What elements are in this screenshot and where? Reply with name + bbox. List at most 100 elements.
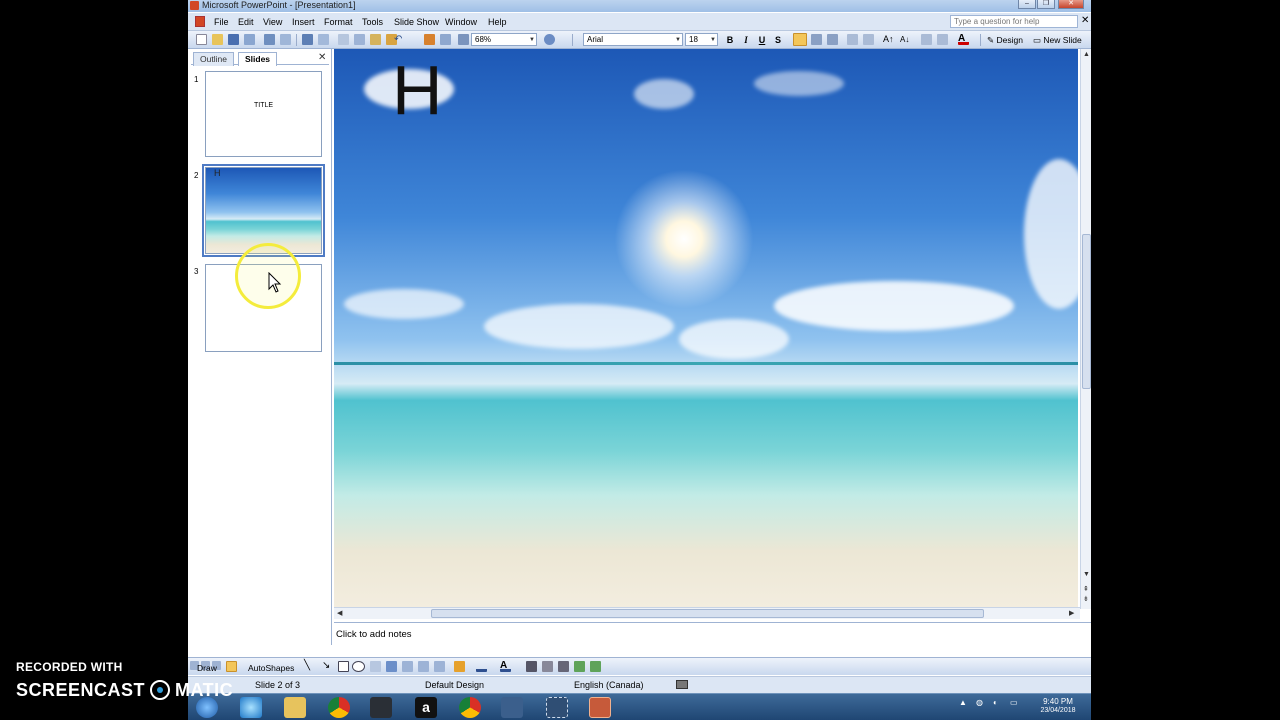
font-size-select[interactable]: 18 ▼	[685, 33, 718, 46]
shadow-button[interactable]: S	[772, 34, 784, 46]
open-icon[interactable]	[212, 34, 223, 45]
line-style-icon[interactable]	[526, 661, 537, 672]
menu-help[interactable]: Help	[488, 16, 507, 28]
show-grid-icon[interactable]	[458, 34, 469, 45]
insert-chart-icon[interactable]	[424, 34, 435, 45]
font-select[interactable]: Arial ▼	[583, 33, 683, 46]
next-slide-icon[interactable]: ⇟	[1083, 595, 1089, 603]
zoom-select[interactable]: 68% ▼	[471, 33, 537, 46]
network-icon[interactable]: ◍	[976, 698, 983, 707]
maximize-button[interactable]: ❐	[1037, 0, 1055, 9]
volume-icon[interactable]: ◐	[993, 698, 998, 707]
close-document-button[interactable]: ✕	[1081, 15, 1089, 27]
align-right-icon[interactable]	[827, 34, 838, 45]
slide-thumbnail-1[interactable]: TITLE	[205, 71, 322, 157]
increase-font-size-icon[interactable]: A↑	[883, 34, 894, 45]
menu-window[interactable]: Window	[445, 16, 477, 28]
minimize-button[interactable]: –	[1018, 0, 1036, 9]
dash-style-icon[interactable]	[542, 661, 553, 672]
decrease-font-size-icon[interactable]: A↓	[900, 34, 911, 45]
oval-icon[interactable]	[352, 661, 365, 672]
arrow-style-icon[interactable]	[558, 661, 569, 672]
spelling-status-icon[interactable]	[676, 680, 688, 689]
permission-icon[interactable]	[244, 34, 255, 45]
menu-format[interactable]: Format	[324, 16, 353, 28]
slide-canvas[interactable]: H	[334, 49, 1078, 607]
diagram-icon[interactable]	[402, 661, 413, 672]
close-window-button[interactable]: ✕	[1058, 0, 1084, 9]
help-question-input[interactable]: Type a question for help	[950, 15, 1078, 28]
3d-style-icon[interactable]	[590, 661, 601, 672]
line-color-icon[interactable]	[476, 661, 487, 672]
wordart-icon[interactable]	[386, 661, 397, 672]
menu-slide-show[interactable]: Slide Show	[394, 16, 439, 28]
font-color-icon[interactable]: A	[958, 34, 969, 45]
amazon-icon[interactable]: a	[415, 697, 437, 718]
picture-icon[interactable]	[434, 661, 445, 672]
file-explorer-icon[interactable]	[284, 697, 306, 718]
spelling-icon[interactable]	[302, 34, 313, 45]
horizontal-scrollbar[interactable]: ◀ ▶	[334, 607, 1080, 619]
game-shield-icon[interactable]	[370, 697, 392, 718]
research-icon[interactable]	[318, 34, 329, 45]
italic-button[interactable]: I	[740, 34, 752, 46]
save-icon[interactable]	[228, 34, 239, 45]
new-icon[interactable]	[196, 34, 207, 45]
powerpoint-taskbar-icon[interactable]	[589, 697, 611, 718]
scroll-left-icon[interactable]: ◀	[337, 609, 342, 617]
previous-slide-icon[interactable]: ⇞	[1083, 585, 1089, 593]
menu-tools[interactable]: Tools	[362, 16, 383, 28]
scroll-right-icon[interactable]: ▶	[1069, 609, 1074, 617]
design-button[interactable]: ✎ Design	[987, 34, 1023, 46]
help-icon[interactable]	[544, 34, 555, 45]
copy-icon[interactable]	[354, 34, 365, 45]
notes-pane[interactable]: Click to add notes	[334, 622, 1091, 656]
shadow-style-icon[interactable]	[574, 661, 585, 672]
slide-title-text[interactable]: H	[392, 52, 443, 128]
menu-view[interactable]: View	[263, 16, 282, 28]
vertical-scroll-thumb[interactable]	[1082, 234, 1091, 389]
document-icon[interactable]	[195, 16, 205, 27]
align-left-icon[interactable]	[793, 33, 807, 46]
show-hidden-icons-icon[interactable]: ▲	[959, 698, 967, 707]
autoshapes-menu[interactable]: AutoShapes	[248, 662, 294, 674]
tab-outline[interactable]: Outline	[193, 52, 234, 66]
underline-button[interactable]: U	[756, 34, 768, 46]
scroll-down-icon[interactable]: ▼	[1083, 571, 1090, 578]
vertical-scrollbar[interactable]: ▲ ▼ ⇞ ⇟	[1080, 49, 1091, 609]
battery-icon[interactable]: ▭	[1010, 698, 1018, 707]
clip-art-icon[interactable]	[418, 661, 429, 672]
slide-thumbnail-2[interactable]: H	[202, 164, 325, 257]
decrease-indent-icon[interactable]	[921, 34, 932, 45]
bullets-icon[interactable]	[863, 34, 874, 45]
print-preview-icon[interactable]	[280, 34, 291, 45]
increase-indent-icon[interactable]	[937, 34, 948, 45]
tab-slides[interactable]: Slides	[238, 52, 278, 66]
arrow-icon[interactable]: ↘	[322, 661, 333, 672]
menu-insert[interactable]: Insert	[292, 16, 315, 28]
new-slide-button[interactable]: ▭ New Slide	[1033, 34, 1082, 46]
text-color-icon[interactable]: A	[500, 661, 511, 672]
fill-color-icon[interactable]	[454, 661, 465, 672]
numbering-icon[interactable]	[847, 34, 858, 45]
menu-edit[interactable]: Edit	[238, 16, 254, 28]
snipping-tool-icon[interactable]	[546, 697, 568, 718]
figure-app-icon[interactable]	[501, 697, 523, 718]
print-icon[interactable]	[264, 34, 275, 45]
paste-icon[interactable]	[370, 34, 381, 45]
horizontal-scroll-thumb[interactable]	[431, 609, 984, 618]
scroll-up-icon[interactable]: ▲	[1083, 51, 1090, 58]
clock[interactable]: 9:40 PM 23/04/2018	[1033, 697, 1083, 715]
insert-table-icon[interactable]	[440, 34, 451, 45]
undo-icon[interactable]: ↶	[394, 34, 408, 45]
internet-explorer-icon[interactable]	[240, 697, 262, 718]
cut-icon[interactable]	[338, 34, 349, 45]
text-box-icon[interactable]	[370, 661, 381, 672]
chrome-icon[interactable]	[328, 697, 350, 718]
menu-file[interactable]: File	[214, 16, 229, 28]
line-icon[interactable]: ╲	[304, 661, 315, 672]
rectangle-icon[interactable]	[338, 661, 349, 672]
center-icon[interactable]	[811, 34, 822, 45]
close-pane-icon[interactable]: ✕	[318, 52, 326, 64]
chrome-window-icon[interactable]	[459, 697, 481, 718]
